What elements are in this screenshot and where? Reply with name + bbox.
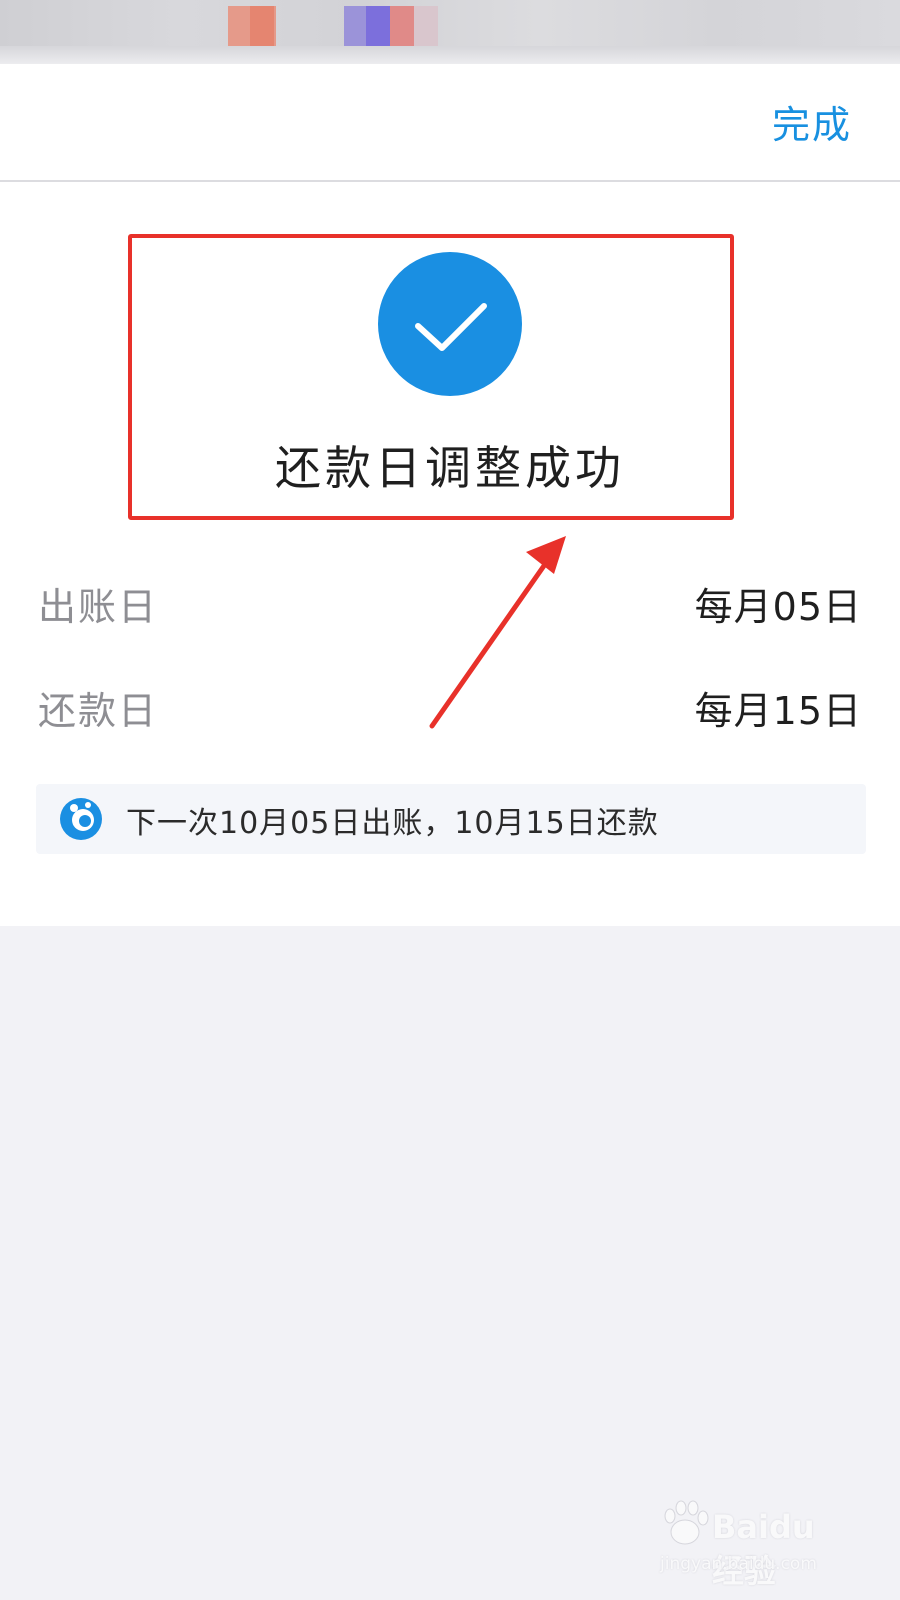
detail-row-repayment-day: 还款日 每月15日 [38,680,862,740]
done-button[interactable]: 完成 [772,94,852,149]
status-blur-block [414,6,438,46]
billing-day-label: 出账日 [38,585,159,629]
success-title: 还款日调整成功 [275,441,625,495]
repayment-day-label: 还款日 [38,689,159,733]
status-bar [0,0,900,64]
watermark-brand: Baidu经验 [712,1508,815,1590]
bank-logo-icon [60,798,102,840]
screen: 完成 还款日调整成功 出账日 每月05日 还款日 每月15日 下一次10月05日… [0,0,900,1600]
detail-row-billing-day: 出账日 每月05日 [38,576,862,636]
nav-header: 完成 [0,64,900,182]
status-blur-block [390,6,414,46]
watermark-url: jingyan.baidu.com [660,1554,817,1574]
status-blur-block [366,6,390,46]
paw-logo-icon [664,1500,709,1545]
success-check-icon [378,252,522,396]
billing-day-value: 每月05日 [694,585,862,629]
repayment-day-value: 每月15日 [694,689,862,733]
watermark: Baidu经验 jingyan.baidu.com [660,1490,840,1590]
result-panel: 还款日调整成功 出账日 每月05日 还款日 每月15日 下一次10月05日出账，… [0,182,900,926]
next-cycle-notice: 下一次10月05日出账，10月15日还款 [36,784,866,854]
status-bar-edge [0,46,900,64]
notice-text: 下一次10月05日出账，10月15日还款 [126,806,659,841]
status-blur-block [250,6,274,46]
